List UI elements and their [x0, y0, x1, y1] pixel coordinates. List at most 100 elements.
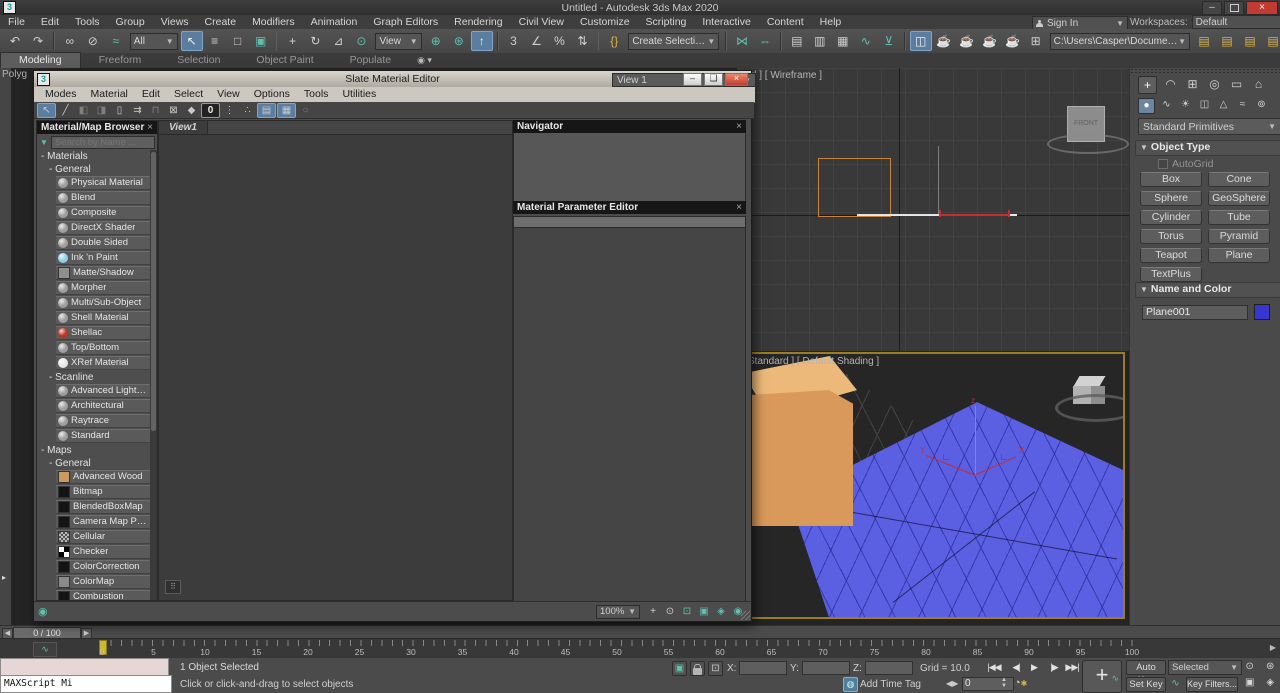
close-button[interactable]: ×	[1246, 1, 1278, 15]
menu-edit[interactable]: Edit	[33, 15, 67, 29]
menu-civil-view[interactable]: Civil View	[511, 15, 572, 29]
unlink-selection-button[interactable]: ⊘	[82, 31, 104, 51]
object-type-sphere[interactable]: Sphere	[1140, 191, 1202, 206]
slate-delete-button[interactable]: ▯	[111, 104, 128, 117]
menu-file[interactable]: File	[0, 15, 33, 29]
slate-menu-utilities[interactable]: Utilities	[335, 87, 383, 102]
view1-tab[interactable]: View1	[159, 121, 208, 134]
utilities-tab[interactable]: ⌂	[1250, 76, 1267, 92]
object-type-cone[interactable]: Cone	[1208, 172, 1270, 187]
viewport-front-wireframe[interactable]: ard ] [ Wireframe ] FRONT	[737, 68, 1140, 351]
slate-zoom-extents-button[interactable]: ▣	[697, 605, 711, 618]
box-object-front-face[interactable]	[743, 390, 853, 526]
browser-item-shellac[interactable]: Shellac	[56, 326, 150, 340]
render-production-button[interactable]: ☕	[979, 31, 1001, 51]
slate-show-end-result-button[interactable]: 0	[201, 103, 220, 118]
new-scene-file-button[interactable]: ▤	[1193, 31, 1215, 51]
curve-editor-button[interactable]: ∿	[855, 31, 877, 51]
selection-lock-toggle[interactable]	[690, 661, 705, 676]
track-bar[interactable]: ∿ ▶ 051015202530354045505560657075808590…	[0, 638, 1280, 660]
menu-rendering[interactable]: Rendering	[446, 15, 510, 29]
slate-pick-material-button[interactable]: ╱	[57, 104, 74, 117]
autogrid-checkbox[interactable]	[1158, 159, 1168, 169]
slate-close-button[interactable]: ×	[725, 73, 748, 86]
mirror-button[interactable]: ⋈	[731, 31, 753, 51]
sign-in-dropdown[interactable]: Sign In ▼	[1032, 16, 1128, 30]
browser-item-colorcorrection[interactable]: ColorCorrection	[56, 560, 150, 574]
menu-interactive[interactable]: Interactive	[694, 15, 758, 29]
align-button[interactable]: ⇔	[754, 31, 776, 51]
selection-filter-dropdown[interactable]: All▼	[130, 33, 178, 50]
close-icon[interactable]: ×	[736, 201, 742, 214]
browser-item-top-bottom[interactable]: Top/Bottom	[56, 341, 150, 355]
slate-minimize-button[interactable]: –	[683, 73, 702, 86]
play-button[interactable]: ▶	[1026, 660, 1042, 674]
x-coordinate-field[interactable]	[739, 661, 787, 675]
menu-animation[interactable]: Animation	[303, 15, 366, 29]
browser-item-bitmap[interactable]: Bitmap	[56, 485, 150, 499]
browser-group-materials[interactable]: - Materials	[37, 150, 150, 163]
schematic-view-button[interactable]: ⊻	[878, 31, 900, 51]
slate-zoom-selected-button[interactable]: ○	[297, 104, 314, 117]
view-navigator-thumb-icon[interactable]: ⠿	[165, 580, 181, 594]
browser-group-general[interactable]: - General	[37, 163, 150, 176]
slate-menu-edit[interactable]: Edit	[135, 87, 167, 102]
select-and-manipulate-button[interactable]: ⊛	[448, 31, 470, 51]
browser-item-combustion[interactable]: Combustion	[56, 590, 150, 600]
slate-param-editor-toggle-button[interactable]: ▦	[277, 103, 296, 118]
open-file-button[interactable]: ▤	[1216, 31, 1238, 51]
workspace-dropdown[interactable]: Default ▼	[1192, 15, 1280, 29]
keyboard-override-button[interactable]: ↑	[471, 31, 493, 51]
browser-item-standard[interactable]: Standard	[56, 429, 150, 443]
snaps-toggle-button[interactable]: 3	[503, 31, 525, 51]
resize-grip[interactable]	[741, 611, 750, 620]
browser-item-colormap[interactable]: ColorMap	[56, 575, 150, 589]
object-type-textplus[interactable]: TextPlus	[1140, 267, 1202, 282]
window-crossing-button[interactable]: ▣	[250, 31, 272, 51]
object-type-plane[interactable]: Plane	[1208, 248, 1270, 263]
slate-assign-to-selection-button[interactable]: ◧	[75, 104, 92, 117]
browser-item-advanced-wood[interactable]: Advanced Wood	[56, 470, 150, 484]
slate-menu-material[interactable]: Material	[84, 87, 135, 102]
parameter-editor-header[interactable]: Material Parameter Editor ×	[513, 201, 746, 214]
object-color-swatch[interactable]	[1254, 304, 1270, 320]
menu-create[interactable]: Create	[197, 15, 245, 29]
slate-move-children-button[interactable]: ⇉	[129, 104, 146, 117]
cameras-category[interactable]: ◫	[1197, 98, 1212, 112]
object-type-rollout[interactable]: ▼Object Type	[1135, 140, 1280, 156]
viewport-perspective-shaded[interactable]: z Y X Standard ] [ Default Shading ]	[741, 352, 1125, 619]
browser-item-camera-map-per-pixel[interactable]: Camera Map Per Pixel	[56, 515, 150, 529]
autodesk-viewer-button[interactable]: ⊞	[1025, 31, 1047, 51]
browser-header[interactable]: Material/Map Browser ×	[37, 121, 157, 134]
panel-drag-handle[interactable]	[1130, 68, 1280, 73]
menu-graph-editors[interactable]: Graph Editors	[365, 15, 446, 29]
browser-item-xref-material[interactable]: XRef Material	[56, 356, 150, 370]
menu-modifiers[interactable]: Modifiers	[244, 15, 303, 29]
menu-group[interactable]: Group	[108, 15, 153, 29]
key-filters-button[interactable]: Key Filters...	[1186, 677, 1238, 692]
menu-views[interactable]: Views	[153, 15, 197, 29]
rendered-frame-window-button[interactable]: ☕	[956, 31, 978, 51]
use-pivot-center-button[interactable]: ⊕	[425, 31, 447, 51]
slate-maximize-button[interactable]: ❏	[704, 73, 723, 86]
slate-view-panel[interactable]: View1 ⠿	[158, 120, 513, 601]
set-key-button[interactable]: Set Key	[1126, 677, 1166, 692]
select-and-place-button[interactable]: ⊙	[350, 31, 372, 51]
isolate-selection-toggle[interactable]: ▣	[672, 661, 687, 676]
ribbon-tab-freeform[interactable]: Freeform	[81, 53, 160, 68]
object-type-teapot[interactable]: Teapot	[1140, 248, 1202, 263]
object-type-torus[interactable]: Torus	[1140, 229, 1202, 244]
browser-group-general[interactable]: - General	[37, 457, 150, 470]
key-set-dropdown[interactable]: Selected ▼	[1168, 660, 1242, 675]
browser-item-double-sided[interactable]: Double Sided	[56, 236, 150, 250]
browser-item-advanced-lighting[interactable]: Advanced Lighting...	[56, 384, 150, 398]
project-folder-dropdown[interactable]: C:\Users\Casper\Documents\3ds Max 2020▼	[1050, 33, 1190, 50]
angle-snap-button[interactable]: ∠	[526, 31, 548, 51]
zoom-button[interactable]: ⊙	[1240, 659, 1260, 674]
search-options-icon[interactable]: ▼	[39, 138, 49, 147]
slate-zoom-region-button[interactable]: ⊡	[680, 605, 694, 618]
object-name-field[interactable]	[1142, 305, 1248, 320]
slate-menu-select[interactable]: Select	[167, 87, 210, 102]
zoom-extents-all-button[interactable]: ◈	[1261, 675, 1280, 690]
shapes-category[interactable]: ∿	[1159, 98, 1174, 112]
